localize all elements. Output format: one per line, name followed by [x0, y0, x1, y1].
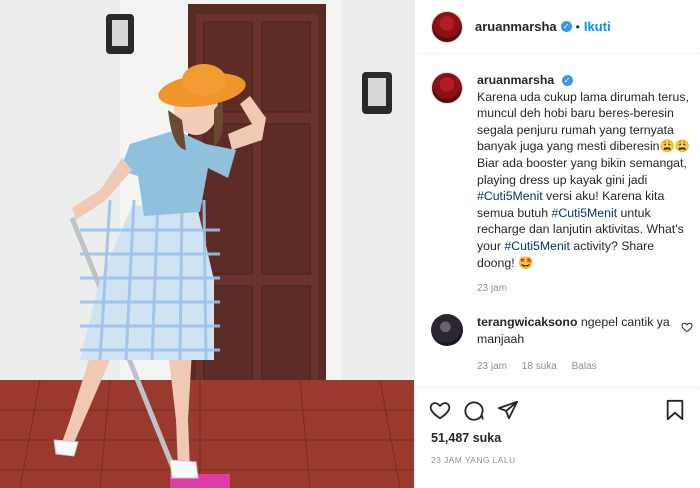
caption-text: untuk — [617, 205, 651, 220]
caption-line: muncul deh hobi baru beres-beresin — [477, 106, 674, 121]
caption-username[interactable]: aruanmarsha — [477, 73, 554, 87]
caption-text: versi aku! Karena kita — [542, 189, 665, 204]
caption-line: Biar ada booster yang bikin semangat, — [477, 155, 687, 170]
caption-body: aruanmarsha ✓ Karena uda cukup lama diru… — [477, 72, 690, 298]
hashtag-link[interactable]: #Cuti5Menit — [504, 239, 570, 253]
post-side-panel: aruanmarsha ✓ • Ikuti aruanmarsha ✓ Kare… — [414, 0, 699, 488]
caption-text: semua butuh — [477, 205, 552, 220]
author-avatar[interactable] — [431, 10, 463, 43]
caption-avatar[interactable] — [431, 72, 463, 104]
post-caption: aruanmarsha ✓ Karena uda cukup lama diru… — [431, 72, 691, 298]
verified-badge-icon: ✓ — [560, 21, 572, 32]
share-send-icon[interactable] — [497, 399, 519, 426]
comment-item: terangwicaksono ngepel cantik ya manjaah… — [431, 314, 693, 375]
caption-line: banyak juga yang mesti diberesin😩😩 — [477, 139, 691, 154]
save-bookmark-icon[interactable] — [665, 399, 685, 426]
comment-bubble-icon[interactable] — [463, 399, 485, 426]
comment-like-heart-icon[interactable] — [681, 320, 693, 338]
caption-line: doong! 🤩 — [477, 255, 534, 270]
post-photo[interactable] — [0, 0, 414, 488]
verified-badge-icon: ✓ — [561, 75, 573, 87]
post-photo-image — [0, 0, 414, 488]
comment-reply-button[interactable]: Balas — [572, 361, 597, 372]
follow-button[interactable]: Ikuti — [584, 19, 611, 34]
post-timestamp[interactable]: 23 JAM YANG LALU — [431, 455, 516, 465]
post-actions-bar — [427, 399, 687, 425]
comment-likes[interactable]: 18 suka — [522, 361, 557, 372]
separator-dot: • — [575, 19, 580, 34]
caption-line: Karena uda cukup lama dirumah terus, — [477, 89, 689, 104]
comment-username[interactable]: terangwicaksono — [477, 315, 577, 329]
caption-line: playing dress up kayak gini jadi — [477, 172, 648, 187]
hashtag-link[interactable]: #Cuti5Menit — [477, 189, 543, 203]
comment-avatar[interactable] — [431, 314, 463, 346]
caption-line: recharge dan lanjutin aktivitas. What's — [477, 222, 684, 237]
author-username[interactable]: aruanmarsha — [475, 19, 557, 34]
caption-text: activity? Share — [569, 238, 655, 253]
like-heart-icon[interactable] — [429, 399, 451, 426]
instagram-post-view: aruanmarsha ✓ • Ikuti aruanmarsha ✓ Kare… — [0, 0, 700, 488]
hashtag-link[interactable]: #Cuti5Menit — [552, 206, 618, 220]
comment-time[interactable]: 23 jam — [477, 361, 507, 372]
caption-line: segala penjuru rumah yang ternyata — [477, 122, 674, 137]
comment-body: terangwicaksono ngepel cantik ya manjaah… — [477, 314, 673, 375]
caption-text: your — [477, 238, 505, 253]
post-header: aruanmarsha ✓ • Ikuti — [415, 0, 699, 54]
caption-timestamp[interactable]: 23 jam — [477, 281, 690, 298]
post-like-count[interactable]: 51,487 suka — [431, 431, 501, 445]
actions-divider — [415, 387, 699, 388]
